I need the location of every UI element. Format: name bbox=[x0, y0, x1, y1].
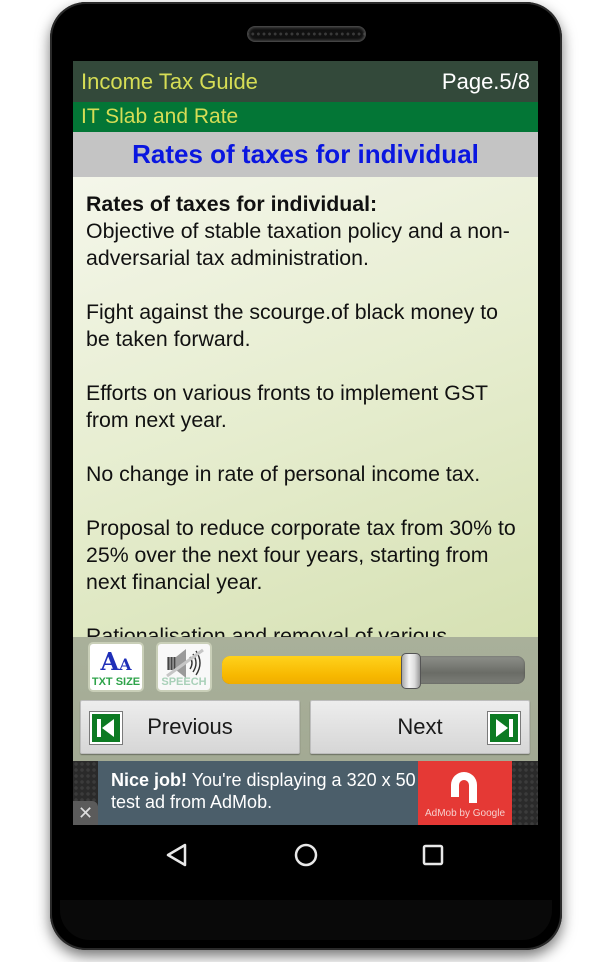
app-title: Income Tax Guide bbox=[81, 68, 258, 94]
heading-bar: Rates of taxes for individual bbox=[73, 132, 538, 177]
recents-icon[interactable] bbox=[419, 841, 447, 869]
content-paragraph-truncated: Rationalisation and removal of various bbox=[86, 624, 448, 637]
app-screen: Income Tax Guide Page.5/8 IT Slab and Ra… bbox=[73, 61, 538, 825]
previous-button[interactable]: Previous bbox=[80, 700, 300, 754]
phone-chin bbox=[60, 900, 552, 940]
skip-next-icon bbox=[487, 711, 521, 745]
content-paragraph: Efforts on various fronts to implement G… bbox=[86, 381, 488, 432]
admob-logo-icon bbox=[451, 772, 477, 803]
admob-caption: AdMob by Google bbox=[424, 808, 506, 819]
ad-headline: Nice job! bbox=[111, 770, 188, 790]
content-paragraph: Proposal to reduce corporate tax from 30… bbox=[86, 516, 516, 594]
text-size-icon: AA bbox=[100, 647, 132, 676]
section-bar: IT Slab and Rate bbox=[73, 102, 538, 132]
admob-logo[interactable]: AdMob by Google bbox=[418, 761, 512, 825]
text-size-label: TXT SIZE bbox=[91, 676, 141, 688]
content-paragraph: Fight against the scourge.of black money… bbox=[86, 300, 498, 351]
system-nav-bar bbox=[73, 825, 538, 885]
content-paragraph: Rates of taxes for individual: Objective … bbox=[86, 191, 524, 272]
control-panel: AA TXT SIZE SPEECH Previous Next bbox=[73, 637, 538, 761]
close-icon: ✕ bbox=[77, 803, 94, 823]
speech-button[interactable]: SPEECH bbox=[156, 642, 212, 692]
home-icon[interactable] bbox=[292, 841, 320, 869]
content-paragraph: No change in rate of personal income tax… bbox=[86, 462, 481, 486]
previous-label: Previous bbox=[147, 714, 233, 739]
skip-previous-icon bbox=[89, 711, 123, 745]
section-title: IT Slab and Rate bbox=[81, 105, 239, 128]
next-button[interactable]: Next bbox=[310, 700, 530, 754]
page-heading: Rates of taxes for individual bbox=[132, 139, 479, 169]
ad-close-button[interactable]: ✕ bbox=[73, 801, 98, 825]
content-text: Objective of stable taxation policy and … bbox=[86, 219, 510, 270]
earpiece-speaker bbox=[247, 26, 366, 42]
content-bold-title: Rates of taxes for individual: bbox=[86, 192, 378, 216]
content-scroll-area[interactable]: Rates of taxes for individual: Objective … bbox=[73, 177, 538, 637]
speaker-muted-icon bbox=[166, 648, 204, 678]
slider-fill bbox=[222, 656, 410, 684]
text-size-button[interactable]: AA TXT SIZE bbox=[88, 642, 144, 692]
back-icon[interactable] bbox=[163, 841, 191, 869]
page-indicator: Page.5/8 bbox=[441, 68, 530, 94]
next-label: Next bbox=[397, 714, 443, 739]
text-size-slider[interactable] bbox=[222, 653, 525, 689]
ad-text[interactable]: Nice job! You're displaying a 320 x 50 t… bbox=[98, 761, 418, 825]
slider-thumb[interactable] bbox=[400, 653, 421, 689]
title-bar: Income Tax Guide Page.5/8 bbox=[73, 61, 538, 102]
ad-banner[interactable]: Nice job! You're displaying a 320 x 50 t… bbox=[73, 761, 538, 825]
speech-label: SPEECH bbox=[161, 676, 207, 688]
